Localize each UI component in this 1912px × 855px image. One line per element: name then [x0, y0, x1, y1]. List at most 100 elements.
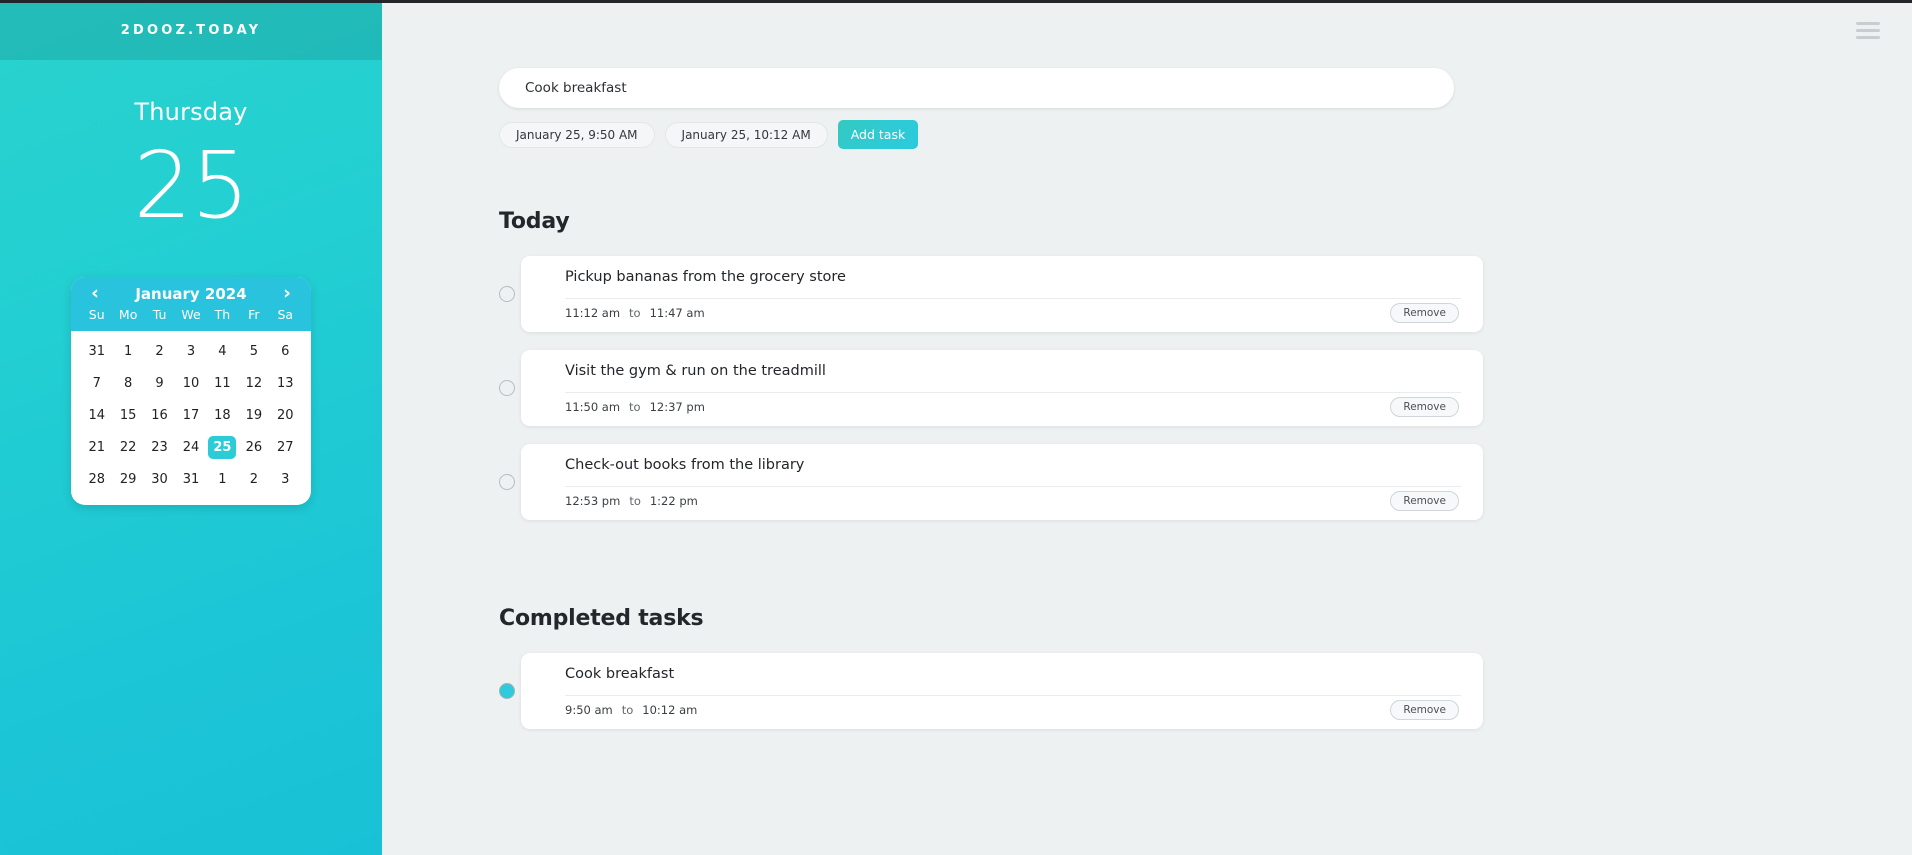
task-end-time: 10:12 am: [642, 703, 698, 717]
calendar-day[interactable]: 30: [144, 463, 175, 495]
task-title: Check-out books from the library: [565, 457, 805, 473]
calendar-day-label: 13: [277, 375, 294, 391]
task-time-separator: to: [629, 400, 641, 414]
app-brand-logo: 2DOOZ.TODAY: [120, 22, 262, 38]
add-task-button[interactable]: Add task: [837, 120, 919, 149]
task-time-separator: to: [621, 703, 634, 717]
calendar-day[interactable]: 5: [238, 335, 269, 367]
calendar-day[interactable]: 8: [112, 367, 143, 399]
calendar-date-grid[interactable]: 31 1 2 3 4 5 6 7 8 9 10 11 12 13 14 15 16 17 18 19 20 21 22 23 2…: [71, 331, 311, 495]
calendar-day[interactable]: 10: [175, 367, 206, 399]
calendar-day[interactable]: 1: [207, 463, 238, 495]
calendar-day[interactable]: 7: [81, 367, 112, 399]
calendar-day[interactable]: 28: [81, 463, 112, 495]
calendar-day[interactable]: 29: [112, 463, 143, 495]
calendar-day-label: 10: [182, 375, 200, 391]
calendar-day-selected[interactable]: 25: [207, 431, 238, 463]
calendar-day[interactable]: 22: [112, 431, 143, 463]
calendar-day[interactable]: 14: [81, 399, 112, 431]
completed-task-list: Cook breakfast 9:50 am to 10:12 am Remove: [499, 653, 1499, 729]
completed-section-title: Completed tasks: [499, 606, 704, 631]
calendar-day[interactable]: 19: [238, 399, 269, 431]
task-checkbox[interactable]: [499, 286, 515, 302]
calendar-day[interactable]: 15: [112, 399, 143, 431]
task-card[interactable]: Visit the gym & run on the treadmill 11:5…: [521, 350, 1483, 426]
calendar-day-label: 19: [245, 407, 263, 423]
calendar-day[interactable]: 23: [144, 431, 175, 463]
task-card[interactable]: Pickup bananas from the grocery store 11:…: [521, 256, 1483, 332]
task-end-time: 11:47 am: [649, 306, 705, 320]
calendar-day[interactable]: 17: [175, 399, 206, 431]
calendar-day-label: 9: [155, 375, 164, 391]
task-checkbox-checked[interactable]: [499, 683, 515, 699]
calendar-day[interactable]: 11: [207, 367, 238, 399]
calendar-day-name: Mo: [118, 307, 138, 322]
calendar-day[interactable]: 18: [207, 399, 238, 431]
task-start-time: 12:53 pm: [565, 494, 621, 508]
hamburger-menu-icon[interactable]: [1856, 22, 1880, 39]
calendar-day[interactable]: 4: [207, 335, 238, 367]
calendar-day[interactable]: 9: [144, 367, 175, 399]
task-title: Cook breakfast: [565, 666, 675, 682]
remove-task-button[interactable]: Remove: [1390, 397, 1459, 417]
calendar-day[interactable]: 31: [175, 463, 206, 495]
calendar-day-label: 31: [182, 471, 200, 487]
calendar-day[interactable]: 2: [238, 463, 269, 495]
calendar-day[interactable]: 1: [112, 335, 143, 367]
calendar-next-month-icon[interactable]: ›: [277, 284, 297, 303]
calendar-day-label: 18: [214, 407, 231, 423]
calendar-day-label: 26: [245, 439, 263, 455]
task-start-time: 9:50 am: [565, 703, 613, 717]
end-time-chip[interactable]: January 25, 10:12 AM: [664, 121, 828, 148]
remove-task-button[interactable]: Remove: [1390, 491, 1459, 511]
calendar-day[interactable]: 16: [144, 399, 175, 431]
calendar-day-label: 27: [277, 439, 294, 455]
task-end-time: 12:37 pm: [649, 400, 705, 414]
calendar-day-label: 29: [119, 471, 137, 487]
today-task-list: Pickup bananas from the grocery store 11:…: [499, 256, 1499, 520]
task-checkbox[interactable]: [499, 380, 515, 396]
calendar-day-label: 30: [151, 471, 168, 487]
task-card[interactable]: Check-out books from the library 12:53 pm…: [521, 444, 1483, 520]
calendar-day[interactable]: 20: [270, 399, 301, 431]
calendar-day-label: 2: [249, 471, 258, 487]
calendar-day-name: Tu: [152, 307, 167, 322]
calendar-day-label: 2: [155, 343, 164, 359]
calendar-day-label: 7: [92, 375, 101, 391]
task-time-separator: to: [629, 306, 641, 320]
task-divider: [565, 392, 1461, 393]
task-divider: [565, 298, 1461, 299]
calendar-day[interactable]: 27: [270, 431, 301, 463]
hamburger-bar: [1856, 36, 1880, 39]
new-task-input[interactable]: [499, 68, 1454, 108]
calendar-day[interactable]: 13: [270, 367, 301, 399]
sidebar: 2DOOZ.TODAY Thursday 25 ‹ January 2024 ›…: [0, 0, 382, 855]
calendar-day[interactable]: 26: [238, 431, 269, 463]
calendar-day[interactable]: 3: [175, 335, 206, 367]
calendar-day[interactable]: 6: [270, 335, 301, 367]
task-card[interactable]: Cook breakfast 9:50 am to 10:12 am Remove: [521, 653, 1483, 729]
calendar-prev-month-icon[interactable]: ‹: [85, 284, 105, 303]
start-time-chip[interactable]: January 25, 9:50 AM: [499, 121, 655, 148]
calendar-day-label: 16: [151, 407, 168, 423]
remove-task-button[interactable]: Remove: [1390, 303, 1459, 323]
calendar-day-names: Su Mo Tu We Th Fr Sa: [81, 307, 301, 325]
calendar-day-label: 11: [214, 375, 231, 391]
calendar-day-name: We: [181, 307, 201, 322]
calendar-day-label: 23: [151, 439, 168, 455]
calendar-day[interactable]: 31: [81, 335, 112, 367]
calendar-day[interactable]: 2: [144, 335, 175, 367]
calendar-day-name: Su: [88, 307, 105, 322]
calendar-day[interactable]: 24: [175, 431, 206, 463]
task-divider: [565, 486, 1461, 487]
calendar-day[interactable]: 12: [238, 367, 269, 399]
calendar-day[interactable]: 3: [270, 463, 301, 495]
calendar-widget[interactable]: ‹ January 2024 › Su Mo Tu We Th Fr Sa 31…: [71, 277, 311, 505]
current-weekday: Thursday: [134, 98, 248, 126]
current-day-number: 25: [133, 132, 249, 239]
calendar-day-label: 17: [182, 407, 200, 423]
task-divider: [565, 695, 1461, 696]
task-checkbox[interactable]: [499, 474, 515, 490]
remove-task-button[interactable]: Remove: [1390, 700, 1459, 720]
calendar-day[interactable]: 21: [81, 431, 112, 463]
